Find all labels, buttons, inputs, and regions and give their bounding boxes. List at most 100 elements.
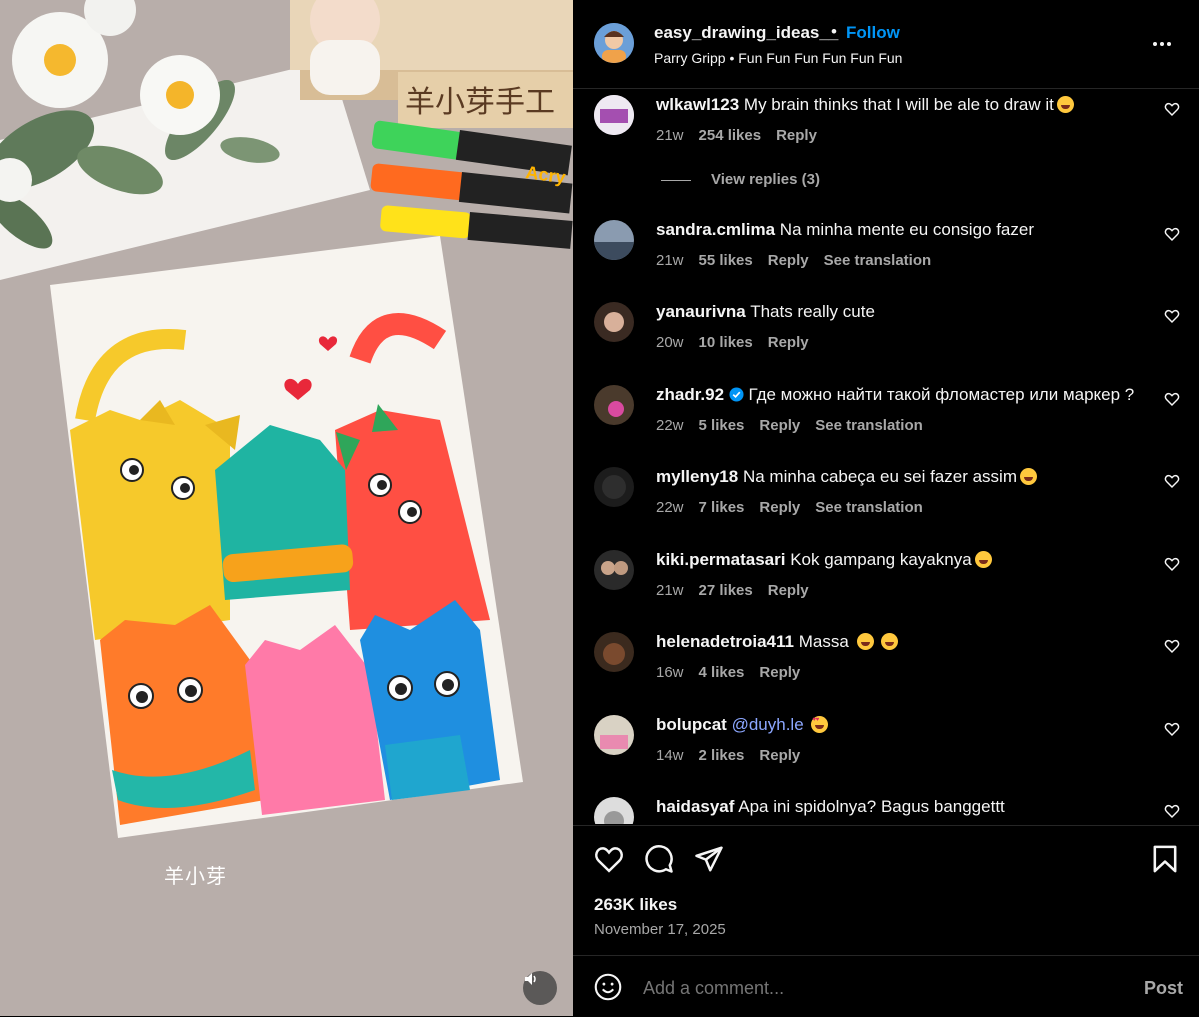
- reply-button[interactable]: Reply: [759, 499, 800, 516]
- comment-text: bolupcat @duyh.le: [656, 715, 829, 735]
- post-panel: easy_drawing_ideas__ • Follow Parry Grip…: [573, 0, 1199, 1016]
- comment-username[interactable]: kiki.permatasari: [656, 550, 785, 569]
- share-button[interactable]: [694, 845, 724, 878]
- comment-username[interactable]: helenadetroia411: [656, 632, 794, 651]
- comment-like-button[interactable]: [1164, 391, 1180, 412]
- reply-button[interactable]: Reply: [768, 334, 809, 351]
- audio-attribution[interactable]: Parry Gripp • Fun Fun Fun Fun Fun Fun: [654, 50, 902, 66]
- follow-button[interactable]: Follow: [846, 23, 900, 43]
- avatar[interactable]: [594, 797, 634, 824]
- heart-icon: [1164, 474, 1180, 489]
- comment-likes[interactable]: 5 likes: [699, 417, 745, 434]
- comment-time: 21w: [656, 252, 684, 269]
- avatar[interactable]: [594, 95, 634, 135]
- post-media[interactable]: 羊小芽手工 Acry 羊小芽: [0, 0, 573, 1016]
- see-translation-button[interactable]: See translation: [815, 499, 923, 516]
- avatar[interactable]: [594, 467, 634, 507]
- comment-body: My brain thinks that I will be ale to dr…: [743, 95, 1054, 114]
- emoji-picker-button[interactable]: [594, 973, 622, 1006]
- heart-icon: [1164, 309, 1180, 324]
- heart-icon: [1164, 804, 1180, 819]
- comment-username[interactable]: haidasyaf: [656, 797, 734, 816]
- avatar[interactable]: [594, 385, 634, 425]
- grinning-emoji: [1056, 96, 1074, 113]
- share-icon: [695, 846, 723, 872]
- likes-count[interactable]: 263K likes: [594, 895, 677, 915]
- comment-meta: 21w 55 likes Reply See translation: [656, 252, 946, 269]
- post-date: November 17, 2025: [594, 921, 726, 938]
- comment-username[interactable]: mylleny18: [656, 467, 738, 486]
- avatar[interactable]: [594, 550, 634, 590]
- see-translation-button[interactable]: See translation: [824, 252, 932, 269]
- comment-likes[interactable]: 7 likes: [699, 499, 745, 516]
- mention-link[interactable]: @duyh.le: [732, 715, 804, 734]
- comment-text: mylleny18 Na minha cabeça eu sei fazer a…: [656, 467, 1037, 487]
- heart-icon: [1164, 557, 1180, 572]
- avatar-image: [594, 632, 634, 672]
- verified-icon: [729, 387, 744, 402]
- heart-icon: [1164, 392, 1180, 407]
- avatar[interactable]: [594, 632, 634, 672]
- see-translation-button[interactable]: See translation: [815, 417, 923, 434]
- comment-username[interactable]: zhadr.92: [656, 385, 724, 404]
- comments-list[interactable]: wlkawl123 My brain thinks that I will be…: [573, 89, 1199, 824]
- comment-like-button[interactable]: [1164, 721, 1180, 742]
- post-comment-button[interactable]: Post: [1144, 978, 1183, 999]
- avatar-image: [594, 95, 634, 135]
- comment-username[interactable]: yanaurivna: [656, 302, 746, 321]
- more-options-button[interactable]: [1152, 34, 1172, 59]
- avatar-image: [594, 550, 634, 590]
- comment-likes[interactable]: 10 likes: [699, 334, 753, 351]
- comment-like-button[interactable]: [1164, 638, 1180, 659]
- reply-button[interactable]: Reply: [768, 582, 809, 599]
- save-button[interactable]: [1152, 845, 1178, 878]
- comment-like-button[interactable]: [1164, 308, 1180, 329]
- comment-like-button[interactable]: [1164, 101, 1180, 122]
- comment-time: 22w: [656, 417, 684, 434]
- avatar-image: [594, 385, 634, 425]
- comment-time: 21w: [656, 582, 684, 599]
- volume-button[interactable]: [523, 971, 557, 1005]
- comment-likes[interactable]: 27 likes: [699, 582, 753, 599]
- comment-username[interactable]: bolupcat: [656, 715, 727, 734]
- reply-button[interactable]: Reply: [759, 664, 800, 681]
- comment-like-button[interactable]: [1164, 473, 1180, 494]
- avatar-image: [594, 220, 634, 260]
- comment-time: 20w: [656, 334, 684, 351]
- comment-like-button[interactable]: [1164, 803, 1180, 824]
- reply-button[interactable]: Reply: [768, 252, 809, 269]
- comment-time: 16w: [656, 664, 684, 681]
- reply-button[interactable]: Reply: [776, 127, 817, 144]
- comment-text: kiki.permatasari Kok gampang kayaknya: [656, 550, 992, 570]
- reply-button[interactable]: Reply: [759, 747, 800, 764]
- comment-username[interactable]: sandra.cmlima: [656, 220, 775, 239]
- avatar[interactable]: [594, 302, 634, 342]
- author-username[interactable]: easy_drawing_ideas__: [654, 23, 838, 43]
- comment-text: haidasyaf Apa ini spidolnya? Bagus bangg…: [656, 797, 1005, 817]
- emoji-icon: [594, 973, 622, 1001]
- comment-likes[interactable]: 2 likes: [699, 747, 745, 764]
- comment-like-button[interactable]: [1164, 556, 1180, 577]
- view-replies-button[interactable]: View replies (3): [661, 171, 1061, 188]
- comment-button[interactable]: [644, 844, 674, 879]
- comment-body: Massa: [798, 632, 849, 651]
- comment-body: Где можно найти такой фломастер или марк…: [748, 385, 1135, 404]
- comment-likes[interactable]: 254 likes: [699, 127, 762, 144]
- add-comment-bar: Post: [573, 955, 1199, 1017]
- comment-likes[interactable]: 4 likes: [699, 664, 745, 681]
- avatar[interactable]: [594, 715, 634, 755]
- comment-likes[interactable]: 55 likes: [699, 252, 753, 269]
- like-button[interactable]: [594, 845, 624, 878]
- replies-divider: [661, 179, 691, 181]
- comment-username[interactable]: wlkawl123: [656, 95, 739, 114]
- volume-icon: [525, 973, 536, 985]
- avatar[interactable]: [594, 220, 634, 260]
- comment-body: Apa ini spidolnya? Bagus banggettt: [738, 797, 1005, 816]
- comment-meta: 22w 5 likes Reply See translation: [656, 417, 938, 434]
- comment-like-button[interactable]: [1164, 226, 1180, 247]
- comment-time: 21w: [656, 127, 684, 144]
- author-avatar[interactable]: [594, 23, 634, 63]
- add-comment-input[interactable]: [643, 978, 1083, 999]
- reply-button[interactable]: Reply: [759, 417, 800, 434]
- media-watermark: 羊小芽: [164, 864, 227, 888]
